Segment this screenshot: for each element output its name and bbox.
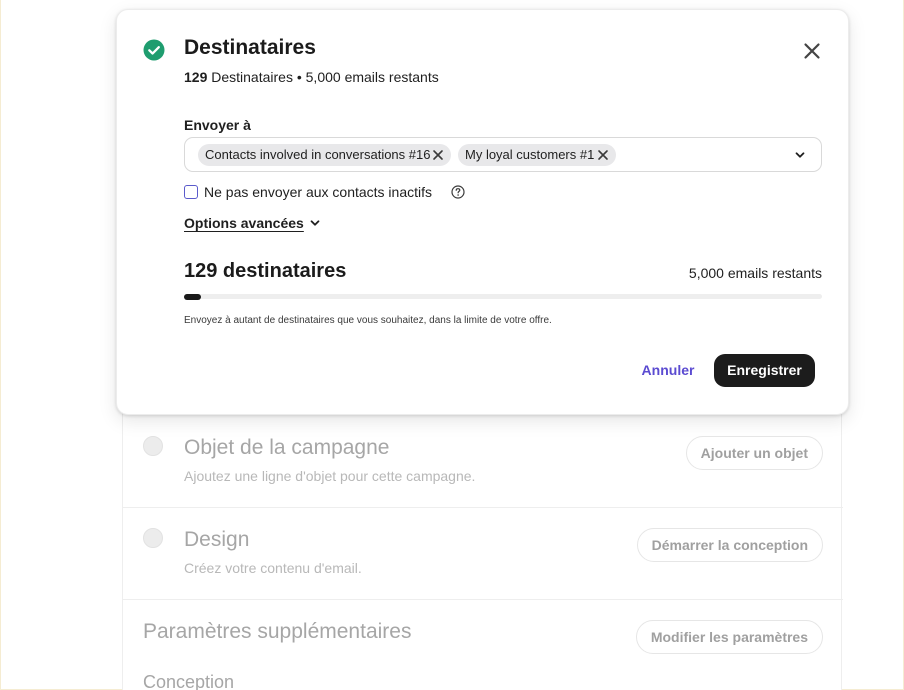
list-tag-label: Contacts involved in conversations #16 xyxy=(205,147,431,162)
quota-progress-fill xyxy=(184,293,201,300)
list-tag-loyal-customers: My loyal customers #1 xyxy=(458,144,616,166)
subject-section: Objet de la campagne Ajoutez une ligne d… xyxy=(123,404,843,508)
x-icon[interactable] xyxy=(432,149,444,161)
edit-settings-button[interactable]: Modifier les paramètres xyxy=(635,620,823,654)
x-icon[interactable] xyxy=(597,149,609,161)
design-section-title: Design xyxy=(184,528,250,551)
recipients-panel: Destinataires 129 Destinataires • 5,000 … xyxy=(116,9,849,415)
quota-progress-bar xyxy=(184,293,822,300)
recipient-count: 129 xyxy=(184,69,208,85)
start-design-button[interactable]: Démarrer la conception xyxy=(636,528,823,562)
recipients-total: 129 destinataires xyxy=(184,260,347,282)
question-circle-icon[interactable] xyxy=(451,185,465,199)
design-section-description: Créez votre contenu d'email. xyxy=(184,560,362,576)
save-button[interactable]: Enregistrer xyxy=(714,354,815,387)
subtitle-remaining: 5,000 emails restants xyxy=(305,69,439,85)
send-to-label: Envoyer à xyxy=(184,117,251,133)
settings-section-title: Paramètres supplémentaires xyxy=(143,620,412,643)
chevron-down-icon[interactable] xyxy=(309,217,321,229)
exclude-inactive-label: Ne pas envoyer aux contacts inactifs xyxy=(204,184,433,200)
list-tag-conversations: Contacts involved in conversations #16 xyxy=(198,144,451,166)
panel-subtitle: 129 Destinataires • 5,000 emails restant… xyxy=(184,69,439,85)
design-section: Design Créez votre contenu d'email. Déma… xyxy=(123,508,843,600)
chevron-down-icon[interactable] xyxy=(794,149,806,161)
quota-hint: Envoyez à autant de destinataires que vo… xyxy=(184,315,552,326)
campaign-sections-list: Objet de la campagne Ajoutez une ligne d… xyxy=(122,404,843,690)
subject-section-title: Objet de la campagne xyxy=(184,436,390,459)
panel-title: Destinataires xyxy=(184,36,316,59)
conception-subsection-title: Conception xyxy=(143,672,235,690)
check-circle-icon xyxy=(143,39,165,61)
design-status-icon xyxy=(143,528,163,548)
subtitle-separator: • xyxy=(292,69,306,85)
add-subject-button[interactable]: Ajouter un objet xyxy=(685,436,823,470)
recipient-count-label: Destinataires xyxy=(207,69,293,85)
subject-section-description: Ajoutez une ligne d'objet pour cette cam… xyxy=(184,468,476,484)
settings-section: Paramètres supplémentaires Modifier les … xyxy=(123,600,843,690)
lists-multiselect[interactable]: Contacts involved in conversations #16 M… xyxy=(184,137,822,172)
advanced-options-toggle[interactable]: Options avancées xyxy=(184,215,304,231)
cancel-button[interactable]: Annuler xyxy=(637,354,699,386)
close-icon[interactable] xyxy=(802,41,822,61)
subject-status-icon xyxy=(143,436,163,456)
list-tag-label: My loyal customers #1 xyxy=(465,147,595,162)
emails-remaining: 5,000 emails restants xyxy=(688,265,822,281)
exclude-inactive-checkbox[interactable] xyxy=(184,185,198,199)
